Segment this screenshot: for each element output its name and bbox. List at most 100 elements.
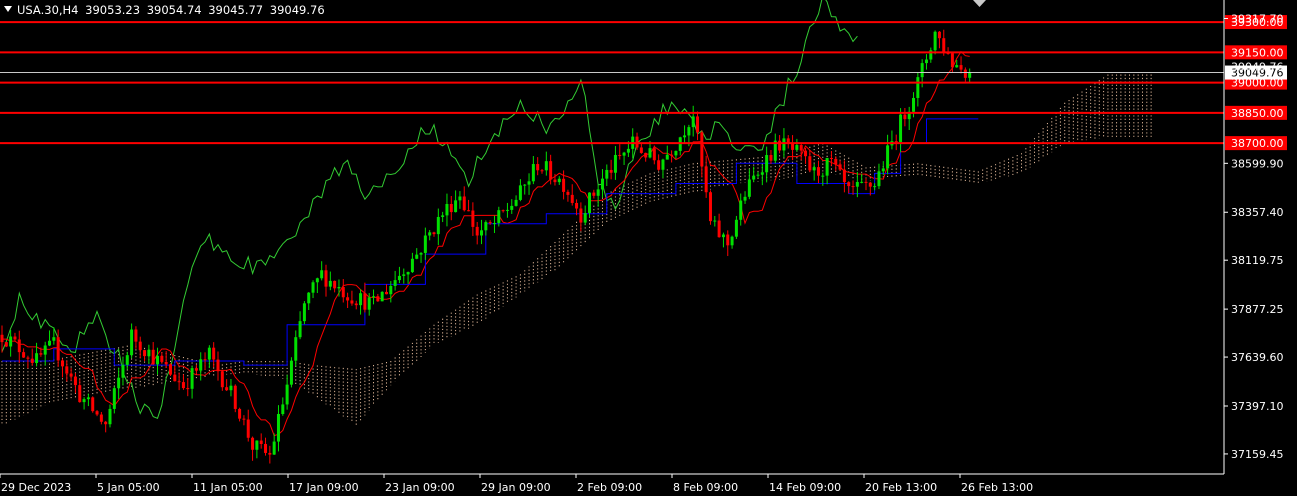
- candle-body: [134, 329, 138, 342]
- candle-body: [315, 278, 319, 283]
- candle-body: [156, 355, 160, 365]
- candle: [622, 151, 626, 165]
- candle: [397, 266, 401, 284]
- candle-body: [592, 192, 596, 196]
- candle-body: [937, 31, 941, 39]
- candle-body: [112, 388, 116, 409]
- candle: [518, 179, 522, 202]
- candle: [186, 378, 190, 397]
- candle-body: [942, 38, 946, 53]
- dropdown-triangle-icon[interactable]: [4, 6, 12, 12]
- y-tick-label: 38599.90: [1231, 157, 1284, 170]
- candle: [276, 405, 280, 452]
- candle-body: [955, 65, 959, 68]
- candle: [9, 330, 13, 357]
- candle-body: [186, 388, 190, 390]
- candle: [808, 150, 812, 173]
- candle-body: [125, 355, 129, 365]
- candle-body: [207, 347, 211, 360]
- candle: [307, 292, 311, 311]
- candle-body: [69, 373, 73, 377]
- candle-body: [65, 366, 69, 374]
- candle: [557, 176, 561, 185]
- candle-body: [657, 160, 661, 170]
- candle: [43, 341, 47, 366]
- candle-body: [959, 65, 963, 70]
- candle: [73, 372, 77, 394]
- horizontal-levels[interactable]: 39300.0039150.0039000.0038850.0038700.00…: [0, 15, 1287, 151]
- candle: [661, 158, 665, 179]
- candle-body: [510, 205, 514, 210]
- candle-body: [726, 234, 730, 246]
- candle: [156, 347, 160, 375]
- candle-body: [423, 235, 427, 253]
- candle-body: [501, 210, 505, 212]
- candle: [804, 147, 808, 164]
- candle-body: [855, 181, 859, 187]
- candle-body: [73, 376, 77, 386]
- candle-body: [177, 381, 181, 383]
- candle-body: [950, 53, 954, 68]
- candle: [847, 181, 851, 194]
- candle-body: [35, 353, 39, 364]
- candle: [259, 433, 263, 449]
- candle-body: [251, 437, 255, 450]
- candle-body: [363, 293, 367, 310]
- candle-body: [912, 97, 916, 112]
- candle-body: [229, 385, 233, 391]
- y-tick-label: 39317.70: [1231, 12, 1284, 25]
- candle-body: [389, 285, 393, 295]
- candle-body: [842, 169, 846, 183]
- candle-body: [791, 143, 795, 150]
- candle: [320, 261, 324, 281]
- candle: [82, 397, 86, 410]
- candle-body: [575, 202, 579, 209]
- candle-body: [324, 270, 328, 287]
- candle-body: [117, 377, 121, 389]
- candle-body: [851, 186, 855, 188]
- symbol-label: USA.30,H4: [17, 3, 79, 17]
- candle-body: [130, 329, 134, 356]
- candle: [328, 271, 332, 291]
- y-tick-label: 37877.25: [1231, 303, 1284, 316]
- candle: [726, 230, 730, 257]
- candle: [734, 215, 738, 239]
- candle-body: [138, 341, 142, 351]
- candle-body: [635, 136, 639, 148]
- candle: [22, 348, 26, 358]
- candle-body: [868, 182, 872, 187]
- candle: [30, 348, 34, 366]
- candle-body: [739, 200, 743, 220]
- candle: [592, 189, 596, 199]
- candle: [795, 138, 799, 152]
- candle: [268, 445, 272, 464]
- candle-body: [713, 220, 717, 222]
- x-tick-label: 23 Jan 09:00: [385, 481, 455, 494]
- candle-body: [281, 404, 285, 414]
- candle: [829, 151, 833, 166]
- candle: [760, 164, 764, 186]
- candle: [229, 378, 233, 397]
- x-tick-label: 17 Jan 09:00: [289, 481, 359, 494]
- candle-body: [298, 321, 302, 338]
- candle: [48, 330, 52, 347]
- candle: [700, 130, 704, 178]
- candle: [242, 415, 246, 426]
- x-tick-label: 8 Feb 09:00: [673, 481, 738, 494]
- candle-body: [808, 156, 812, 171]
- low-value: 39045.77: [208, 3, 264, 17]
- candle-body: [121, 364, 125, 378]
- candle: [95, 410, 99, 417]
- level-label: 38850.00: [1231, 107, 1284, 120]
- candle: [924, 54, 928, 70]
- candle: [393, 270, 397, 291]
- candle-body: [212, 347, 216, 360]
- candle-body: [588, 192, 592, 214]
- candle: [946, 47, 950, 55]
- candle: [933, 30, 937, 55]
- candle-body: [894, 141, 898, 143]
- candle-body: [82, 399, 86, 403]
- candle-body: [9, 336, 13, 347]
- candle-body: [410, 258, 414, 273]
- price-chart[interactable]: 39300.0039150.0039000.0038850.0038700.00…: [0, 0, 1297, 496]
